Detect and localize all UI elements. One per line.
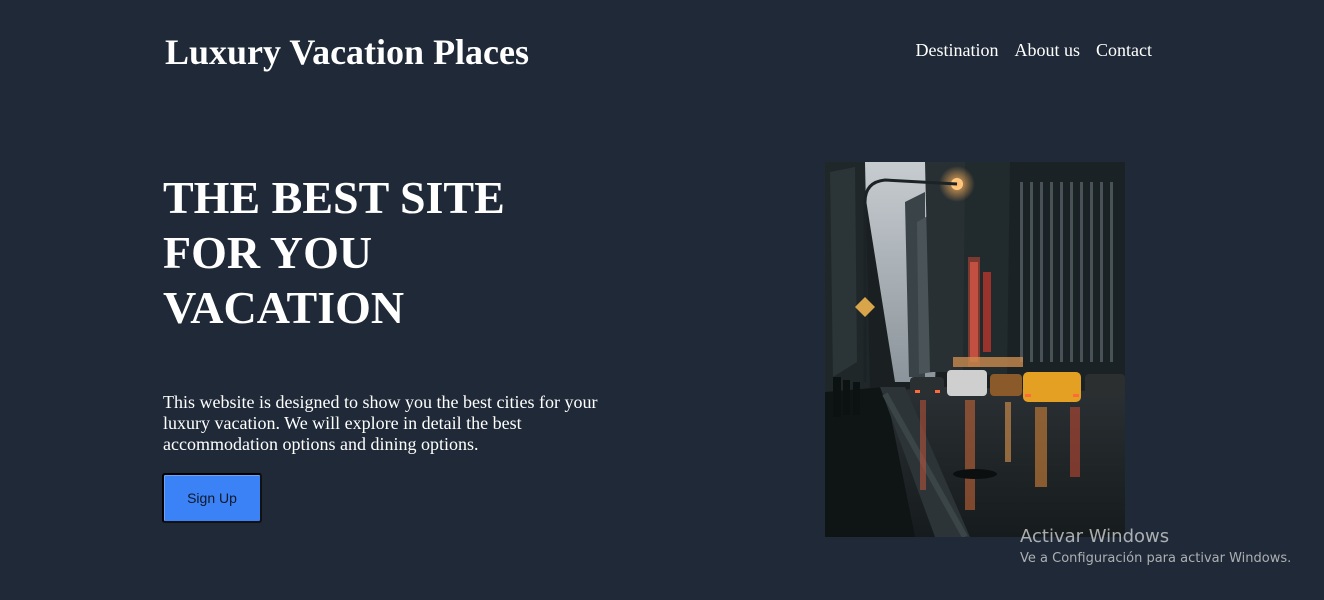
sign-up-button[interactable]: Sign Up bbox=[162, 473, 262, 523]
landing-page: Luxury Vacation Places Destination About… bbox=[0, 0, 1324, 600]
windows-activation-watermark: Activar Windows Ve a Configuración para … bbox=[1020, 526, 1291, 568]
nav-link-about-us[interactable]: About us bbox=[1014, 39, 1080, 61]
hero-title: THE BEST SITE FOR YOU VACATION bbox=[163, 172, 505, 333]
hero-image bbox=[825, 162, 1125, 537]
watermark-subtitle: Ve a Configuración para activar Windows. bbox=[1020, 551, 1292, 566]
site-logo[interactable]: Luxury Vacation Places bbox=[165, 30, 529, 74]
nav-link-destination[interactable]: Destination bbox=[915, 39, 998, 61]
watermark-title: Activar Windows bbox=[1020, 526, 1170, 547]
main-nav: Destination About us Contact bbox=[915, 39, 1152, 61]
nav-link-contact[interactable]: Contact bbox=[1096, 39, 1152, 61]
hero-description: This website is designed to show you the… bbox=[163, 392, 598, 454]
